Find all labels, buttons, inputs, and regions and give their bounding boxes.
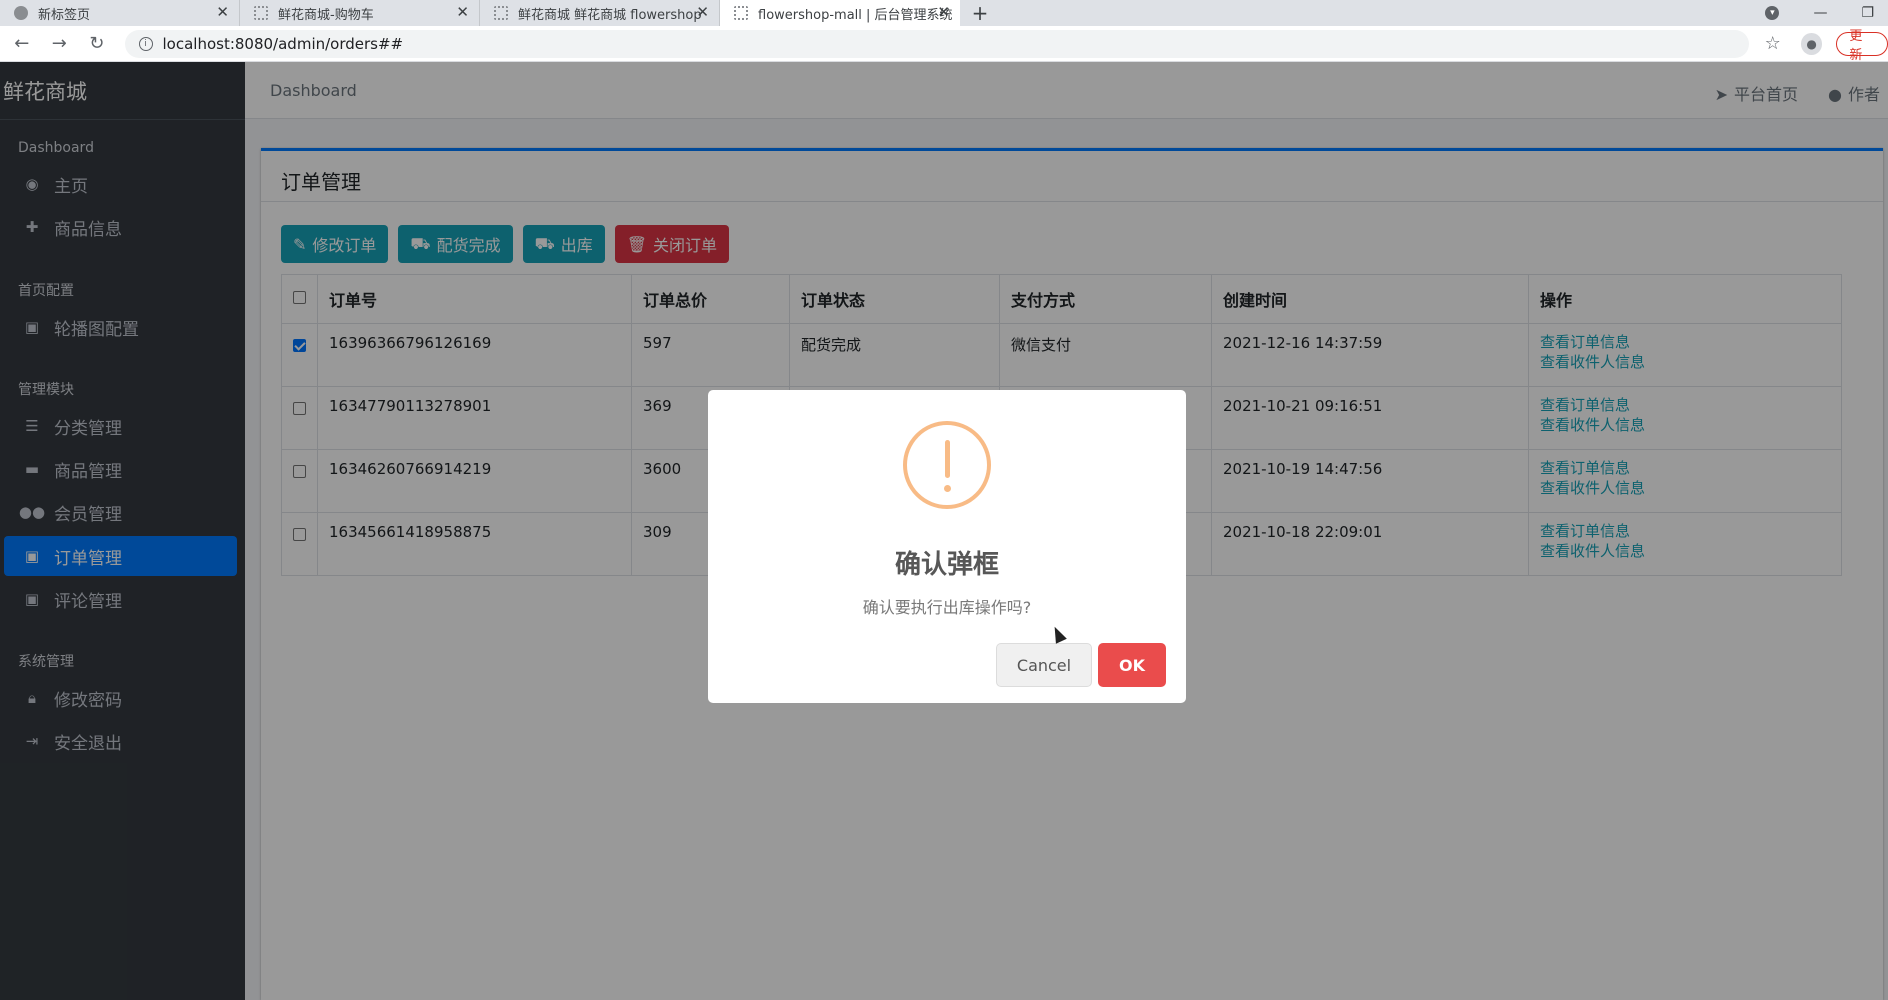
favicon-icon <box>734 6 748 20</box>
close-icon[interactable]: ✕ <box>216 3 229 21</box>
url-text: localhost:8080/admin/orders## <box>162 34 404 53</box>
close-icon[interactable]: ✕ <box>696 3 709 21</box>
window-controls: ▾ — ❐ <box>1765 0 1888 26</box>
reload-icon[interactable]: ↻ <box>81 28 113 60</box>
warning-icon-dot <box>944 485 951 492</box>
back-arrow-icon[interactable]: ← <box>6 28 38 60</box>
dialog-message: 确认要执行出库操作吗? <box>862 598 1032 617</box>
close-icon[interactable]: ✕ <box>456 3 469 21</box>
profile-icon[interactable]: ● <box>1800 32 1823 55</box>
browser-tab-title: 鲜花商城-购物车 <box>278 7 374 23</box>
restore-icon[interactable]: ❐ <box>1861 5 1874 21</box>
browser-tab-bar: 新标签页 ✕ 鲜花商城-购物车 ✕ 鲜花商城 鲜花商城 flowershop ✕… <box>0 0 1888 26</box>
globe-icon <box>14 6 28 20</box>
favicon-icon <box>494 6 508 20</box>
confirm-dialog: 确认弹框 确认要执行出库操作吗? Cancel OK <box>708 390 1186 703</box>
update-button[interactable]: 更新 <box>1836 29 1888 63</box>
minimize-icon[interactable]: — <box>1813 5 1827 21</box>
warning-icon <box>903 421 991 509</box>
ok-button[interactable]: OK <box>1098 643 1166 687</box>
browser-tab-2[interactable]: 鲜花商城 鲜花商城 flowershop ✕ <box>480 0 720 26</box>
info-icon[interactable]: i <box>138 36 153 51</box>
browser-tab-title: flowershop-mall | 后台管理系统 <box>758 7 953 23</box>
browser-tab-3[interactable]: flowershop-mall | 后台管理系统 ✕ <box>720 0 960 26</box>
bookmark-star-icon[interactable]: ☆ <box>1765 33 1781 54</box>
browser-tab-title: 鲜花商城 鲜花商城 flowershop <box>518 7 702 23</box>
cancel-button[interactable]: Cancel <box>996 643 1092 687</box>
browser-tab-1[interactable]: 鲜花商城-购物车 ✕ <box>240 0 480 26</box>
dialog-title: 确认弹框 <box>894 550 999 580</box>
close-icon[interactable]: ✕ <box>937 3 950 21</box>
new-tab-button[interactable]: + <box>960 0 1000 26</box>
address-bar: ← → ↻ i localhost:8080/admin/orders## ☆ … <box>0 26 1888 63</box>
browser-tab-0[interactable]: 新标签页 ✕ <box>0 0 240 26</box>
url-input[interactable]: i localhost:8080/admin/orders## <box>124 29 1749 58</box>
warning-icon-bar <box>945 440 950 478</box>
chevron-down-icon[interactable]: ▾ <box>1765 6 1780 20</box>
forward-arrow-icon[interactable]: → <box>44 28 76 60</box>
favicon-icon <box>254 6 268 20</box>
browser-tab-title: 新标签页 <box>38 7 91 23</box>
